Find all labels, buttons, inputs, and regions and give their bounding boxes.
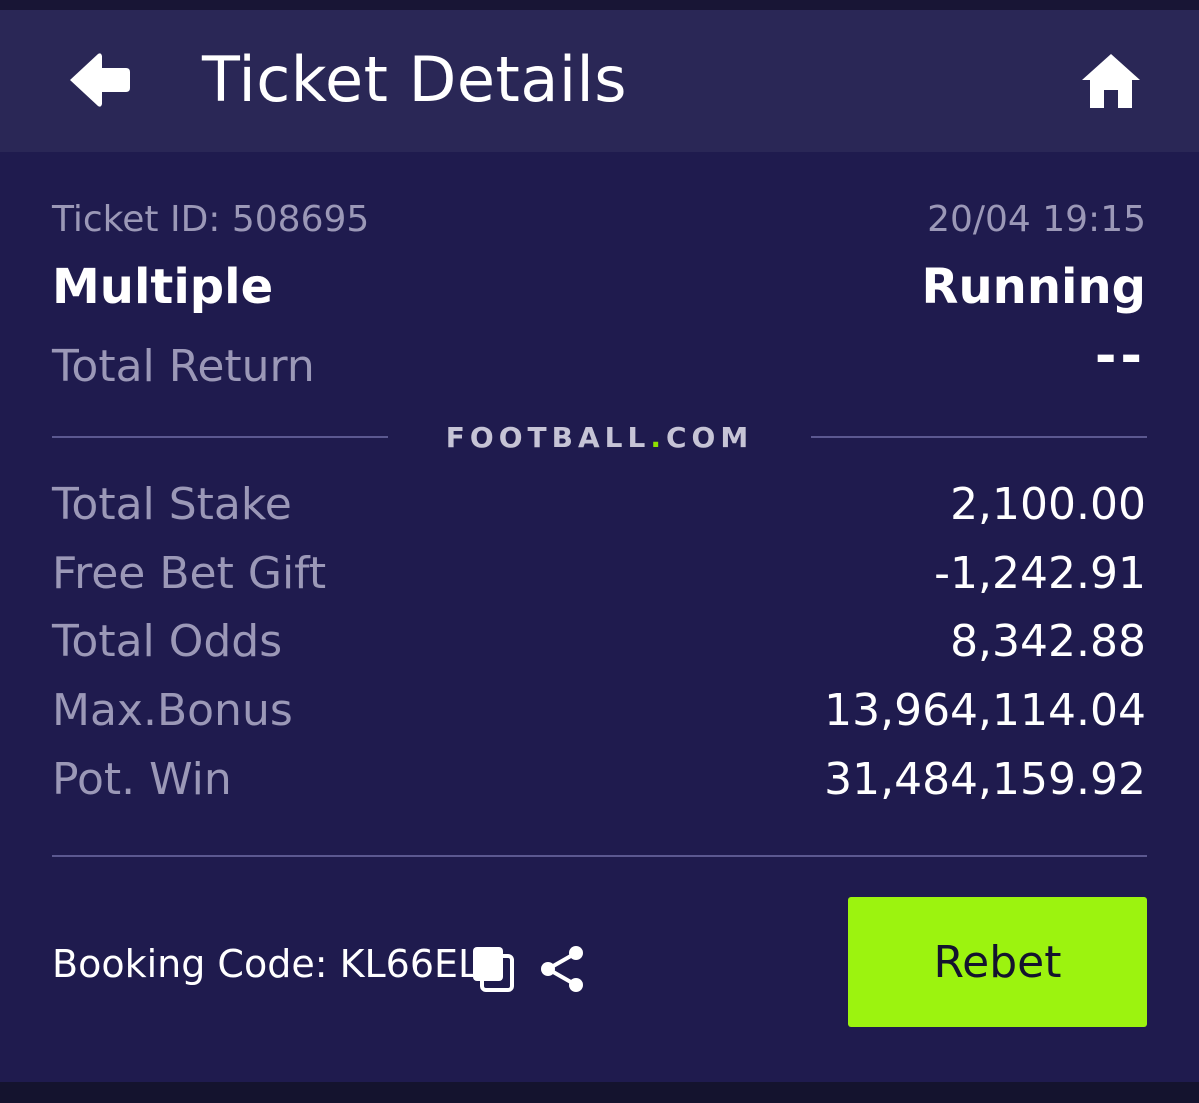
copy-icon [473,947,514,992]
detail-value-pot-win: 31,484,159.92 [824,754,1146,805]
brand-dot: . [650,421,666,454]
total-return-label: Total Return [52,341,315,392]
detail-label-free-bet-gift: Free Bet Gift [52,548,327,599]
brand-logo: FOOTBALL.COM [388,420,811,456]
brand-text-left: FOOTBALL [445,421,651,454]
share-button[interactable] [538,944,586,994]
detail-value-total-stake: 2,100.00 [950,479,1146,530]
divider-right [811,436,1147,438]
ticket-details-screen: Ticket Details Ticket ID: 508695 20/04 1… [0,0,1199,1103]
bet-type: Multiple [52,259,274,315]
home-button[interactable] [1080,50,1142,112]
share-icon [541,946,583,992]
booking-code: Booking Code: KL66EL [52,942,480,986]
total-return-value: -- [1094,326,1146,386]
page-title: Ticket Details [202,43,628,116]
arrow-left-icon [70,53,130,107]
detail-label-max-bonus: Max.Bonus [52,685,293,736]
detail-label-pot-win: Pot. Win [52,754,232,805]
detail-value-total-odds: 8,342.88 [950,616,1146,667]
detail-label-total-stake: Total Stake [52,479,292,530]
status-bar-strip [0,0,1199,10]
detail-label-total-odds: Total Odds [52,616,283,667]
home-icon [1082,54,1140,108]
brand-text-right: COM [665,421,754,454]
divider-bottom [52,855,1147,857]
copy-booking-code-button[interactable] [470,944,516,994]
divider-left [52,436,388,438]
rebet-button[interactable]: Rebet [848,897,1147,1027]
back-button[interactable] [66,50,134,110]
detail-value-max-bonus: 13,964,114.04 [824,685,1146,736]
detail-value-free-bet-gift: -1,242.91 [934,548,1146,599]
status-badge: Running [921,259,1146,315]
app-header: Ticket Details [0,10,1199,152]
navigation-bar-strip [0,1082,1199,1103]
ticket-datetime: 20/04 19:15 [927,199,1146,240]
ticket-id: Ticket ID: 508695 [52,199,370,240]
